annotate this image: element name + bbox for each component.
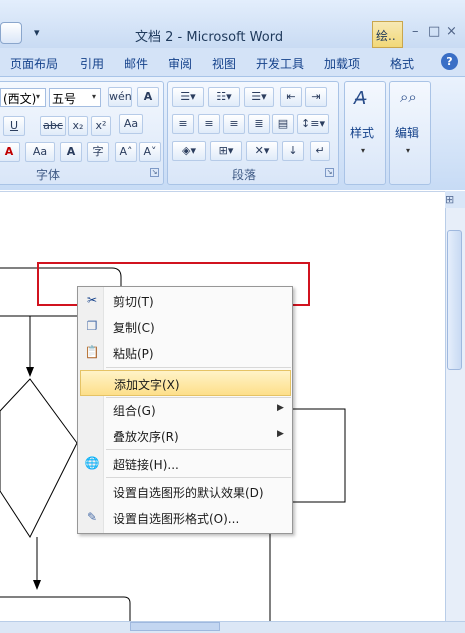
menu-item-cut[interactable]: ✂ 剪切(T) (78, 288, 292, 314)
menu-item-label: 叠放次序(R) (113, 430, 179, 444)
align-left-icon[interactable]: ≡ (172, 114, 194, 134)
tab-add-ins[interactable]: 加载项 (324, 55, 360, 72)
align-right-icon[interactable]: ≡ (223, 114, 245, 134)
flowchart-right-box (293, 408, 346, 503)
menu-item-label: 粘贴(P) (113, 347, 154, 361)
decrease-indent-icon[interactable]: ⇤ (280, 87, 302, 107)
grow-font-button[interactable]: A˄ (115, 142, 137, 162)
underline-button[interactable]: U (3, 116, 25, 136)
minimize-button[interactable]: – (412, 24, 419, 39)
font-name-dropdown-icon[interactable]: ▾ (36, 92, 40, 101)
character-shading-button[interactable]: A (60, 142, 82, 162)
copy-icon: ❐ (86, 319, 98, 333)
horizontal-scrollbar[interactable] (0, 621, 465, 633)
tab-format[interactable]: 格式 (390, 55, 414, 72)
flowchart-process-box (0, 596, 131, 621)
menu-item-label: 添加文字(X) (114, 378, 180, 392)
superscript-button[interactable]: x² (91, 116, 111, 136)
multilevel-list-icon[interactable]: ☰▾ (244, 87, 274, 107)
menu-item-label: 组合(G) (113, 404, 156, 418)
justify-icon[interactable]: ≣ (248, 114, 270, 134)
flowchart-arrowhead (26, 367, 34, 377)
align-center-icon[interactable]: ≡ (198, 114, 220, 134)
menu-item-group[interactable]: 组合(G) ▶ (78, 397, 292, 423)
strikethrough-button[interactable]: abc (40, 116, 66, 136)
menu-separator (106, 367, 291, 368)
scissors-icon: ✂ (86, 293, 98, 307)
phonetic-guide-button[interactable]: wén (108, 87, 132, 107)
bullets-icon[interactable]: ☰▾ (172, 87, 204, 107)
tab-view[interactable]: 视图 (212, 55, 236, 72)
font-size-dropdown-icon[interactable]: ▾ (92, 92, 96, 101)
menu-separator (106, 449, 291, 450)
binoculars-icon[interactable]: ⌕⌕ (400, 88, 417, 106)
tab-page-layout[interactable]: 页面布局 (10, 55, 58, 72)
menu-item-label: 剪切(T) (113, 295, 154, 309)
paragraph-group-label: 段落 (232, 168, 257, 182)
menu-item-hyperlink[interactable]: 🌐 超链接(H)... (78, 451, 292, 477)
styles-dropdown-icon[interactable]: ▾ (361, 146, 365, 155)
character-border-button[interactable]: A (137, 87, 159, 107)
menu-item-label: 设置自选图形的默认效果(D) (113, 486, 264, 500)
maximize-button[interactable]: □ (428, 24, 440, 39)
format-shape-icon: ✎ (86, 510, 98, 524)
window-title: 文档 2 - Microsoft Word (135, 30, 284, 45)
menu-item-label: 超链接(H)... (113, 458, 179, 472)
chinese-layout-icon[interactable]: ✕▾ (246, 141, 278, 161)
distributed-icon[interactable]: ▤ (272, 114, 294, 134)
help-icon[interactable]: ? (441, 53, 458, 70)
menu-item-order[interactable]: 叠放次序(R) ▶ (78, 423, 292, 449)
enclose-characters-button[interactable]: 字 (87, 142, 109, 162)
styles-label[interactable]: 样式 (350, 124, 374, 141)
submenu-arrow-icon: ▶ (277, 429, 284, 439)
vertical-scroll-thumb[interactable] (447, 230, 462, 370)
tab-references[interactable]: 引用 (80, 55, 104, 72)
editing-label[interactable]: 编辑 (395, 124, 419, 141)
menu-item-label: 设置自选图形格式(O)... (113, 512, 240, 526)
increase-indent-icon[interactable]: ⇥ (305, 87, 327, 107)
show-marks-icon[interactable]: ↵ (310, 141, 330, 161)
office-button-edge[interactable] (0, 22, 22, 44)
submenu-arrow-icon: ▶ (277, 403, 284, 413)
menu-item-label: 复制(C) (113, 321, 155, 335)
styles-icon[interactable]: A̶ (354, 88, 366, 109)
menu-item-paste[interactable]: 📋 粘贴(P) (78, 340, 292, 366)
numbering-icon[interactable]: ☷▾ (208, 87, 240, 107)
drawing-tools-contextual-tab[interactable]: 绘.. (372, 21, 403, 48)
shrink-font-button[interactable]: A˅ (139, 142, 161, 162)
menu-item-add-text[interactable]: 添加文字(X) (80, 370, 291, 396)
change-case-button[interactable]: Aa (25, 142, 55, 162)
font-group-label: 字体 (36, 168, 61, 182)
clear-formatting-button[interactable]: Aa (119, 114, 143, 134)
menu-item-copy[interactable]: ❐ 复制(C) (78, 314, 292, 340)
editing-dropdown-icon[interactable]: ▾ (406, 146, 410, 155)
menu-item-set-default-shape[interactable]: 设置自选图形的默认效果(D) (78, 479, 292, 505)
menu-item-format-shape[interactable]: ✎ 设置自选图形格式(O)... (78, 505, 292, 531)
view-ruler-icon[interactable]: ⊞ (445, 193, 454, 206)
shading-icon[interactable]: ◈▾ (172, 141, 206, 161)
flowchart-decision-diamond (0, 378, 78, 539)
close-button[interactable]: × (446, 24, 457, 39)
borders-icon[interactable]: ⊞▾ (210, 141, 242, 161)
flowchart-arrowhead (33, 580, 41, 590)
paste-icon: 📋 (84, 345, 100, 359)
tab-developer[interactable]: 开发工具 (256, 55, 304, 72)
paragraph-dialog-launcher-icon[interactable]: ↘ (325, 168, 334, 177)
quick-access-dropdown-icon[interactable]: ▾ (34, 26, 40, 39)
tab-mailings[interactable]: 邮件 (124, 55, 148, 72)
menu-separator (106, 477, 291, 478)
horizontal-scroll-thumb[interactable] (130, 622, 220, 631)
subscript-button[interactable]: x₂ (68, 116, 88, 136)
tab-review[interactable]: 审阅 (168, 55, 192, 72)
hyperlink-globe-icon: 🌐 (84, 456, 100, 470)
font-dialog-launcher-icon[interactable]: ↘ (150, 168, 159, 177)
sort-icon[interactable]: ↓ (282, 141, 304, 161)
font-color-button[interactable]: A (0, 142, 20, 162)
line-spacing-icon[interactable]: ↕≡▾ (297, 114, 329, 134)
